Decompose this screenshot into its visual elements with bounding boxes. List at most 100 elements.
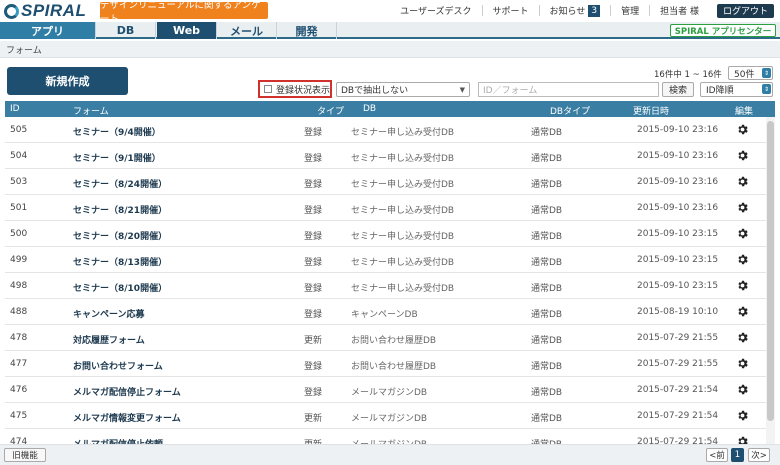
gear-icon[interactable] bbox=[736, 435, 749, 444]
gear-icon[interactable] bbox=[736, 357, 749, 370]
row-db: セミナー申し込み受付DB bbox=[351, 284, 455, 294]
tab-web[interactable]: Web bbox=[157, 22, 217, 39]
row-form-name-link[interactable]: キャンペーン応募 bbox=[73, 307, 145, 320]
row-db: セミナー申し込み受付DB bbox=[351, 232, 455, 242]
notice-count-badge: 3 bbox=[588, 4, 601, 17]
search-button[interactable]: 検索 bbox=[662, 82, 694, 97]
sort-order-value: ID降順 bbox=[706, 86, 734, 96]
header-id[interactable]: ID bbox=[10, 104, 20, 114]
row-type: 登録 bbox=[304, 362, 323, 372]
row-form-name-link[interactable]: セミナー（8/20開催） bbox=[73, 229, 167, 242]
app-window: SPIRAL デザインリニューアルに関するアンケート ユーザーズデスク サポート… bbox=[0, 0, 780, 465]
gear-icon[interactable] bbox=[736, 149, 749, 162]
gear-icon[interactable] bbox=[736, 383, 749, 396]
gear-icon[interactable] bbox=[736, 305, 749, 318]
user-desk-link[interactable]: ユーザーズデスク bbox=[390, 5, 483, 17]
row-db-type: 通常DB bbox=[531, 362, 563, 372]
table-row: 503 セミナー（8/24開催） 登録 セミナー申し込み受付DB 通常DB 2015-09… bbox=[5, 169, 766, 195]
new-form-button[interactable]: 新規作成 bbox=[7, 67, 128, 95]
gear-icon[interactable] bbox=[736, 331, 749, 344]
scrollbar[interactable] bbox=[766, 117, 775, 444]
row-form-name-link[interactable]: メルマガ配信停止依頼 bbox=[73, 437, 163, 444]
header-form[interactable]: フォーム bbox=[73, 104, 109, 117]
gear-icon[interactable] bbox=[736, 201, 749, 214]
row-form-name-link[interactable]: セミナー（9/4開催） bbox=[73, 125, 161, 138]
gear-icon[interactable] bbox=[736, 175, 749, 188]
status-checkbox-label: 登録状況表示 bbox=[276, 85, 331, 96]
row-form-name-link[interactable]: セミナー（8/10開催） bbox=[73, 281, 167, 294]
current-page[interactable]: 1 bbox=[731, 448, 744, 462]
row-form-name-link[interactable]: セミナー（8/24開催） bbox=[73, 177, 167, 190]
row-id: 475 bbox=[10, 411, 28, 421]
result-count: 16件中 1 ~ 16件 bbox=[654, 70, 722, 80]
spinner-arrows-icon: ⇕ bbox=[762, 84, 771, 94]
row-updated: 2015-09-10 23:15 bbox=[637, 229, 719, 239]
gear-icon[interactable] bbox=[736, 227, 749, 240]
row-db-type: 通常DB bbox=[531, 180, 563, 190]
old-features-button[interactable]: 旧機能 bbox=[4, 448, 46, 462]
next-page-button[interactable]: 次> bbox=[748, 448, 770, 462]
row-db: お問い合わせ履歴DB bbox=[351, 336, 437, 346]
tab-db[interactable]: DB bbox=[96, 22, 156, 39]
row-db-type: 通常DB bbox=[531, 336, 563, 346]
row-type: 登録 bbox=[304, 206, 323, 216]
tab-mail[interactable]: メール bbox=[217, 22, 277, 39]
row-form-name-link[interactable]: セミナー（9/1開催） bbox=[73, 151, 161, 164]
survey-notice-button[interactable]: デザインリニューアルに関するアンケート bbox=[100, 0, 268, 25]
row-updated: 2015-09-10 23:16 bbox=[637, 151, 719, 161]
row-updated: 2015-09-10 23:16 bbox=[637, 203, 719, 213]
notice-link[interactable]: お知らせ 3 bbox=[540, 4, 612, 17]
scrollbar-thumb[interactable] bbox=[767, 121, 774, 421]
row-type: 登録 bbox=[304, 388, 323, 398]
header-updated[interactable]: 更新日時 bbox=[633, 104, 669, 117]
row-form-name-link[interactable]: 対応履歴フォーム bbox=[73, 333, 145, 346]
db-filter-select[interactable]: DBで抽出しない ▼ bbox=[336, 82, 470, 97]
registration-status-toggle[interactable]: 登録状況表示 bbox=[258, 80, 332, 98]
admin-link[interactable]: 管理 bbox=[611, 5, 651, 17]
tab-dev[interactable]: 開発 bbox=[277, 22, 337, 39]
table-row: 504 セミナー（9/1開催） 登録 セミナー申し込み受付DB 通常DB 2015-09-… bbox=[5, 143, 766, 169]
per-page-select[interactable]: 50件 ⇕ bbox=[728, 66, 773, 80]
gear-icon[interactable] bbox=[736, 253, 749, 266]
status-checkbox[interactable] bbox=[264, 85, 272, 93]
page-title: フォーム bbox=[6, 45, 42, 56]
header-db[interactable]: DB bbox=[363, 104, 376, 114]
main-nav: アプリ DB Web メール 開発 bbox=[0, 22, 780, 39]
header-type[interactable]: タイプ bbox=[317, 104, 344, 117]
row-updated: 2015-09-10 23:16 bbox=[637, 125, 719, 135]
row-form-name-link[interactable]: お問い合わせフォーム bbox=[73, 359, 163, 372]
row-form-name-link[interactable]: メルマガ情報変更フォーム bbox=[73, 411, 181, 424]
row-form-name-link[interactable]: セミナー（8/21開催） bbox=[73, 203, 167, 216]
row-id: 488 bbox=[10, 307, 28, 317]
logout-button[interactable]: ログアウト bbox=[716, 3, 774, 18]
row-db-type: 通常DB bbox=[531, 258, 563, 268]
spiral-logo[interactable]: SPIRAL bbox=[4, 1, 87, 20]
search-input[interactable]: ID／フォーム bbox=[478, 82, 659, 97]
logo-text: SPIRAL bbox=[21, 1, 87, 20]
sort-order-select[interactable]: ID降順 ⇕ bbox=[700, 82, 773, 97]
prev-page-button[interactable]: <前 bbox=[706, 448, 728, 462]
row-updated: 2015-09-10 23:16 bbox=[637, 177, 719, 187]
row-db-type: 通常DB bbox=[531, 154, 563, 164]
row-type: 更新 bbox=[304, 336, 323, 346]
table-row: 505 セミナー（9/4開催） 登録 セミナー申し込み受付DB 通常DB 2015-09-… bbox=[5, 117, 766, 143]
table-row: 475 メルマガ情報変更フォーム 更新 メールマガジンDB 通常DB 2015-07-29… bbox=[5, 403, 766, 429]
row-id: 474 bbox=[10, 437, 28, 444]
row-form-name-link[interactable]: メルマガ配信停止フォーム bbox=[73, 385, 181, 398]
header-db-type[interactable]: DBタイプ bbox=[550, 104, 590, 117]
gear-icon[interactable] bbox=[736, 409, 749, 422]
row-db: セミナー申し込み受付DB bbox=[351, 206, 455, 216]
row-type: 登録 bbox=[304, 310, 323, 320]
row-db-type: 通常DB bbox=[531, 206, 563, 216]
row-db-type: 通常DB bbox=[531, 437, 562, 444]
support-link[interactable]: サポート bbox=[483, 5, 540, 17]
row-form-name-link[interactable]: セミナー（8/13開催） bbox=[73, 255, 167, 268]
table-row: 478 対応履歴フォーム 更新 お問い合わせ履歴DB 通常DB 2015-07-29 21… bbox=[5, 325, 766, 351]
row-db: メールマガジンDB bbox=[351, 388, 428, 398]
row-updated: 2015-07-29 21:54 bbox=[637, 437, 719, 444]
app-center-button[interactable]: SPIRAL アプリセンター bbox=[670, 24, 776, 37]
gear-icon[interactable] bbox=[736, 279, 749, 292]
tab-app[interactable]: アプリ bbox=[0, 22, 96, 39]
row-type: 登録 bbox=[304, 258, 323, 268]
gear-icon[interactable] bbox=[736, 123, 749, 136]
